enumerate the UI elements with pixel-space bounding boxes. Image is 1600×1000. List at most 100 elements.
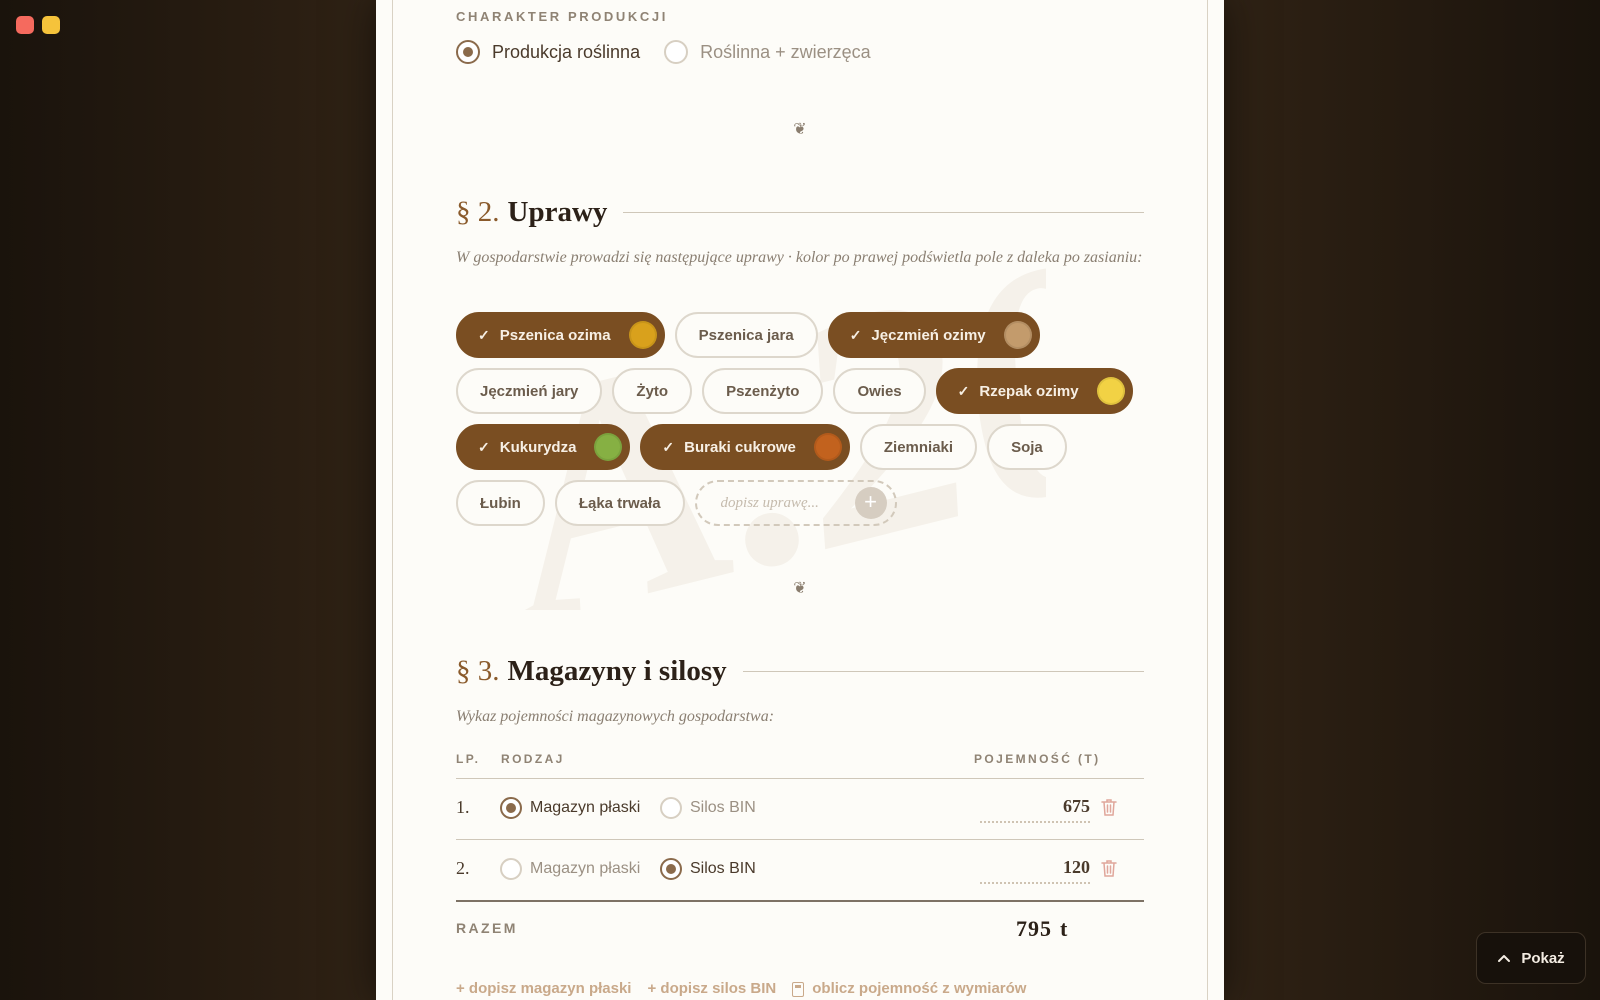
radio-label: Magazyn płaski bbox=[530, 860, 641, 877]
chip-row: Łubin Łąka trwała + bbox=[456, 480, 1144, 526]
section-number: § 2. bbox=[456, 196, 500, 228]
chip-label: Owies bbox=[857, 382, 902, 400]
fleuron-divider-icon: ❦ bbox=[793, 580, 807, 597]
column-header-type: RODZAJ bbox=[501, 752, 565, 766]
radio-flat-storage[interactable]: Magazyn płaski bbox=[500, 858, 640, 880]
chip-label: Łąka trwała bbox=[578, 494, 661, 512]
total-capacity: 795 t bbox=[1016, 916, 1148, 942]
add-flat-storage-link[interactable]: + dopisz magazyn płaski bbox=[456, 980, 631, 997]
table-total-rule bbox=[456, 900, 1144, 902]
production-radio-group: Produkcja roślinna Roślinna + zwierzęca bbox=[456, 40, 895, 64]
radio-label: Produkcja roślinna bbox=[492, 41, 641, 62]
section-number: § 3. bbox=[456, 655, 500, 687]
check-icon: ✓ bbox=[957, 382, 970, 399]
show-panel-button[interactable]: Pokaż bbox=[1476, 932, 1586, 984]
radio-flat-storage[interactable]: Magazyn płaski bbox=[500, 797, 640, 819]
radio-circle[interactable] bbox=[660, 858, 682, 880]
section-title: Uprawy bbox=[507, 196, 608, 228]
calculate-capacity-link[interactable]: oblicz pojemność z wymiarów bbox=[792, 980, 1026, 997]
check-icon: ✓ bbox=[662, 438, 675, 455]
color-swatch bbox=[813, 433, 842, 461]
row-number: 2. bbox=[456, 858, 470, 878]
crop-chip-kukurydza[interactable]: ✓ Kukurydza bbox=[456, 424, 631, 470]
heading-rule bbox=[623, 212, 1144, 213]
crop-chip-laka-trwala[interactable]: Łąka trwała bbox=[554, 480, 685, 526]
fleuron-divider-icon: ❦ bbox=[793, 121, 807, 138]
chip-label: Buraki cukrowe bbox=[684, 438, 796, 456]
crop-chip-zyto[interactable]: Żyto bbox=[612, 368, 693, 414]
calculator-icon bbox=[792, 981, 805, 997]
heading-rule bbox=[742, 671, 1144, 672]
chip-label: Soja bbox=[1011, 438, 1043, 456]
radio-production-mixed[interactable]: Roślinna + zwierzęca bbox=[664, 40, 871, 64]
chip-label: Rzepak ozimy bbox=[979, 382, 1079, 400]
color-swatch bbox=[594, 433, 623, 461]
window-controls bbox=[16, 16, 60, 34]
radio-label: Silos BIN bbox=[690, 860, 756, 877]
chip-label: Pszenica ozima bbox=[499, 326, 611, 344]
check-icon: ✓ bbox=[478, 438, 490, 455]
add-crop-field: + bbox=[694, 480, 897, 526]
chip-label: Pszenica jara bbox=[698, 326, 794, 344]
chip-label: Żyto bbox=[636, 382, 669, 400]
crops-lead-text: W gospodarstwie prowadzi się następujące… bbox=[456, 249, 1143, 266]
crop-chip-buraki-cukrowe[interactable]: ✓ Buraki cukrowe bbox=[640, 424, 850, 470]
radio-production-plant[interactable]: Produkcja roślinna bbox=[456, 40, 640, 64]
chevron-up-icon bbox=[1498, 955, 1511, 962]
radio-silo-bin[interactable]: Silos BIN bbox=[660, 858, 756, 880]
crop-chip-jeczmien-jary[interactable]: Jęczmień jary bbox=[456, 368, 603, 414]
crop-chip-jeczmien-ozimy[interactable]: ✓ Jęczmień ozimy bbox=[827, 312, 1040, 358]
total-unit: t bbox=[1060, 916, 1069, 941]
total-value: 795 bbox=[1016, 916, 1052, 941]
show-panel-label: Pokaż bbox=[1521, 949, 1565, 967]
add-silo-bin-link[interactable]: + dopisz silos BIN bbox=[647, 980, 776, 997]
chip-label: Pszenżyto bbox=[726, 382, 800, 400]
crop-chip-soja[interactable]: Soja bbox=[987, 424, 1067, 470]
capacity-input[interactable]: 120 bbox=[980, 854, 1090, 884]
column-header-capacity: POJEMNOŚĆ (T) bbox=[974, 752, 1101, 766]
crop-chip-owies[interactable]: Owies bbox=[833, 368, 926, 414]
capacity-input[interactable]: 675 bbox=[980, 793, 1090, 823]
minimize-window-button[interactable] bbox=[42, 16, 60, 34]
radio-silo-bin[interactable]: Silos BIN bbox=[660, 797, 756, 819]
section-heading-storage: § 3. Magazyny i silosy bbox=[456, 655, 1144, 688]
trash-icon[interactable] bbox=[1100, 797, 1118, 817]
radio-label: Magazyn płaski bbox=[530, 799, 641, 816]
chip-label: Jęczmień jary bbox=[480, 382, 579, 400]
add-crop-button[interactable]: + bbox=[854, 487, 887, 519]
color-swatch bbox=[1096, 377, 1125, 405]
table-row: 2. Magazyn płaski Silos BIN 120 bbox=[456, 840, 1144, 900]
radio-circle[interactable] bbox=[456, 40, 480, 64]
chip-label: Ziemniaki bbox=[883, 438, 954, 456]
storage-lead-text: Wykaz pojemności magazynowych gospodarst… bbox=[456, 708, 775, 725]
crop-chip-ziemniaki[interactable]: Ziemniaki bbox=[859, 424, 978, 470]
crop-chip-pszenica-jara[interactable]: Pszenica jara bbox=[674, 312, 818, 358]
calculate-capacity-label: oblicz pojemność z wymiarów bbox=[812, 980, 1027, 997]
production-kicker: CHARAKTER PRODUKCJI bbox=[456, 9, 668, 24]
radio-circle[interactable] bbox=[664, 40, 689, 64]
close-window-button[interactable] bbox=[16, 16, 34, 34]
add-crop-input[interactable] bbox=[718, 493, 853, 513]
crop-chip-pszenica-ozima[interactable]: ✓ Pszenica ozima bbox=[456, 312, 665, 358]
crop-chip-rzepak-ozimy[interactable]: ✓ Rzepak ozimy bbox=[935, 368, 1133, 414]
color-swatch bbox=[1003, 321, 1032, 349]
chip-row: ✓ Pszenica ozima Pszenica jara ✓ Jęczmie… bbox=[456, 312, 1144, 358]
check-icon: ✓ bbox=[478, 326, 490, 343]
crop-chip-pszenzyto[interactable]: Pszenżyto bbox=[702, 368, 824, 414]
crop-chip-group: ✓ Pszenica ozima Pszenica jara ✓ Jęczmie… bbox=[456, 312, 1144, 536]
radio-circle[interactable] bbox=[500, 858, 522, 880]
radio-circle[interactable] bbox=[660, 797, 682, 819]
chip-row: Jęczmień jary Żyto Pszenżyto Owies ✓ Rze… bbox=[456, 368, 1144, 414]
chip-label: Jęczmień ozimy bbox=[871, 326, 986, 344]
chip-row: ✓ Kukurydza ✓ Buraki cukrowe Ziemniaki S… bbox=[456, 424, 1144, 470]
crop-chip-lubin[interactable]: Łubin bbox=[456, 480, 545, 526]
radio-label: Silos BIN bbox=[690, 799, 756, 816]
column-header-lp: LP. bbox=[456, 752, 481, 766]
trash-icon[interactable] bbox=[1100, 858, 1118, 878]
radio-circle[interactable] bbox=[500, 797, 522, 819]
check-icon: ✓ bbox=[849, 326, 862, 343]
radio-label: Roślinna + zwierzęca bbox=[700, 41, 871, 62]
table-row: 1. Magazyn płaski Silos BIN 675 bbox=[456, 779, 1144, 839]
section-title: Magazyny i silosy bbox=[507, 655, 727, 687]
storage-actions: + dopisz magazyn płaski + dopisz silos B… bbox=[456, 980, 1042, 997]
